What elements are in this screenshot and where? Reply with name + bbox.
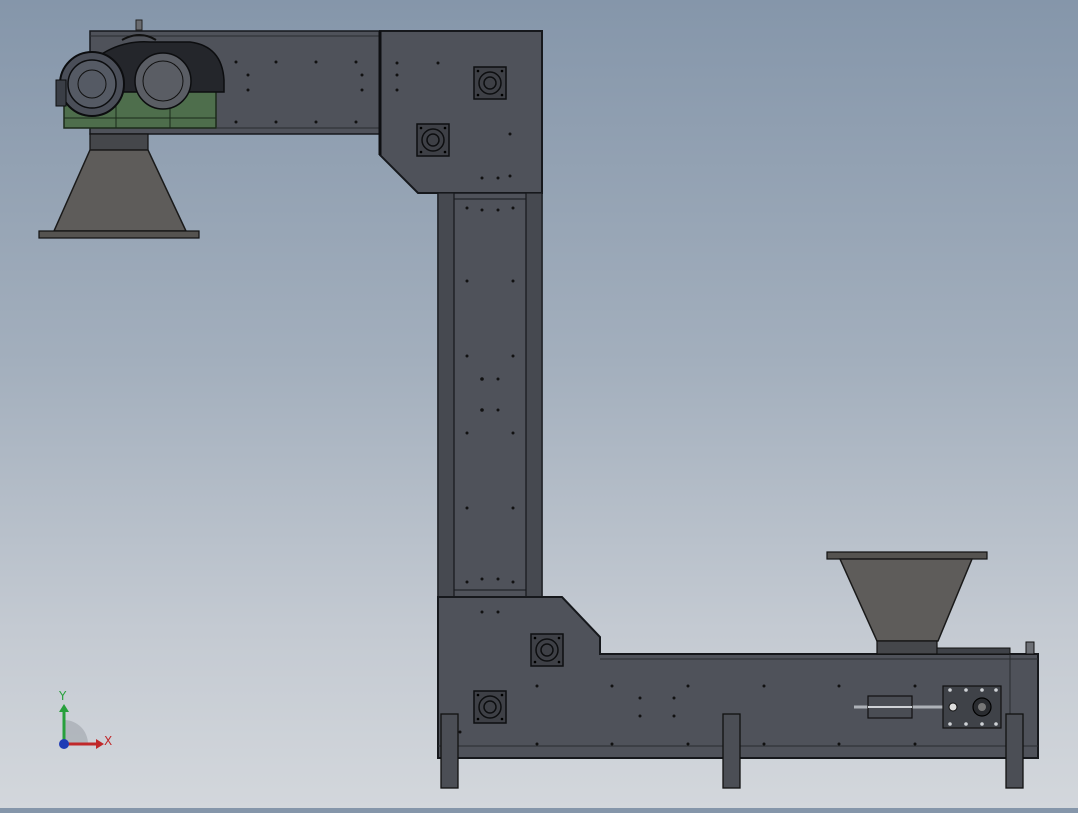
bucket-elevator-model[interactable]: X Y [0,0,1078,808]
discharge-chute [38,133,200,239]
triad-z-axis [59,739,69,749]
boot-bearing-lower [473,690,507,724]
vertical-casing [437,192,543,599]
triad-y-label: Y [58,689,67,703]
top-head-section [379,30,543,194]
triad-x-label: X [104,734,112,748]
top-bearing-lower [416,123,450,157]
cad-graphics-viewport[interactable]: X Y [0,0,1078,808]
top-bearing-upper [473,66,507,100]
feed-hopper [826,551,1011,655]
boot-bearing-upper [530,633,564,667]
coordinate-triad-icon: X Y [58,689,112,749]
